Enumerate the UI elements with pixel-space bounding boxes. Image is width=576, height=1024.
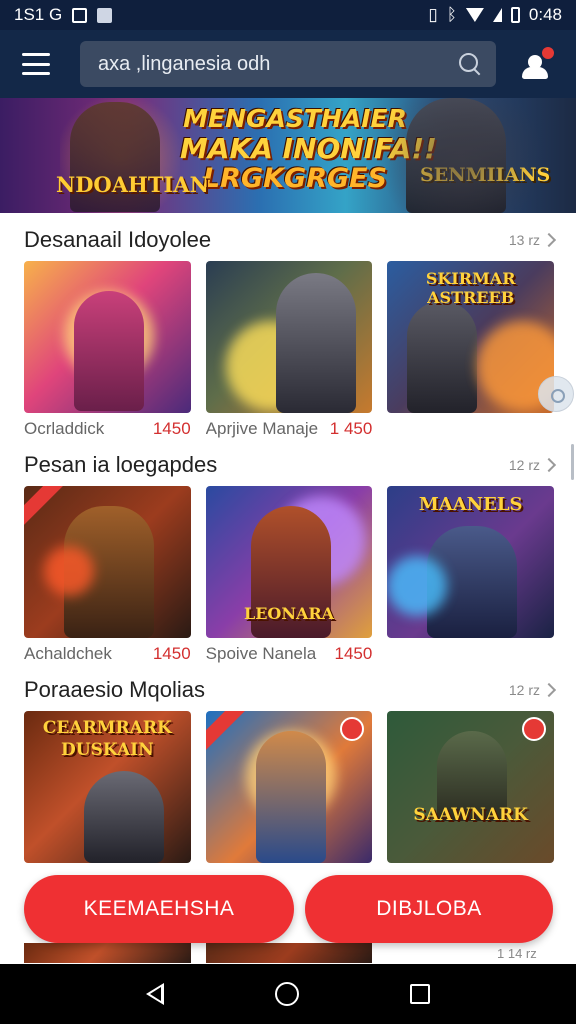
banner-title-line2: MAKA INONIFA!! [180, 132, 437, 165]
game-cards-row: SKIRMAR ASTREEB [24, 261, 555, 413]
game-card[interactable] [24, 261, 191, 413]
banner-title-line1: MENGASTHAIER [183, 104, 407, 133]
game-cards-row: CEARMRARK DUSKAIN SAAWNARK [24, 711, 555, 863]
status-left: 1S1 G [14, 5, 113, 25]
status-right: ▯ ᛒ 0:48 [428, 5, 562, 25]
system-nav-bar [0, 964, 576, 1024]
app-header: axa ,linganesia odh [0, 30, 576, 98]
card-caption: Spoive Nanela 1450 [205, 644, 373, 663]
section-more-link[interactable]: 1 14 rz [497, 946, 537, 961]
chevron-right-icon [541, 232, 557, 248]
captions-row: Achaldchek 1450 Spoive Nanela 1450 [24, 644, 554, 668]
banner-title: MENGASTHAIER MAKA INONIFA!! LRGKGRGES [180, 104, 437, 194]
card-caption [387, 644, 554, 668]
banner-right-logo: SENMIIANS [420, 164, 551, 186]
scroll-top-button[interactable] [538, 376, 574, 412]
status-bar: 1S1 G ▯ ᛒ 0:48 [0, 0, 576, 30]
card-art-text: MAANELS [418, 494, 523, 515]
section-more-link[interactable]: 12 rz [509, 457, 557, 473]
section-more-link[interactable]: 12 rz [509, 682, 557, 698]
notification-square-icon [72, 7, 88, 23]
badge-icon [340, 717, 365, 741]
next-cards-row [24, 943, 554, 963]
battery-icon [510, 7, 520, 23]
card-caption: Aprjive Manaje 1 450 [205, 419, 373, 438]
section-header: Pesan ia loegapdes 12 rz [24, 450, 557, 480]
game-card[interactable]: MAANELS [387, 486, 555, 638]
ribbon-icon [24, 486, 67, 526]
game-card[interactable]: SKIRMAR ASTREEB [387, 261, 555, 413]
card-art-text: CEARMRARK DUSKAIN [42, 718, 172, 760]
search-input[interactable]: axa ,linganesia odh [80, 41, 496, 87]
game-card[interactable] [24, 486, 191, 638]
game-card[interactable] [205, 711, 373, 863]
wifi-icon [465, 8, 484, 22]
section-title: Poraaesio Mqolias [24, 677, 205, 702]
section-more-link[interactable]: 13 rz [509, 232, 557, 248]
scrollbar[interactable] [571, 444, 574, 480]
search-icon[interactable] [458, 52, 482, 76]
game-card[interactable]: SAAWNARK [387, 711, 555, 863]
secondary-action-button[interactable]: DIBJLOBA [305, 875, 553, 943]
card-caption [387, 419, 554, 443]
app-screen: 1S1 G ▯ ᛒ 0:48 axa ,linganesia odh MENGA… [0, 0, 576, 1024]
section-title: Desanaail Idoyolee [24, 227, 212, 252]
vibrate-icon: ▯ [428, 5, 438, 24]
status-clock: 0:48 [528, 5, 562, 24]
game-cards-row: LEONARA MAANELS [24, 486, 555, 638]
image-icon [97, 7, 113, 23]
captions-row: Ocrladdick 1450 Aprjive Manaje 1 450 [24, 419, 554, 443]
game-card[interactable]: CEARMRARK DUSKAIN [24, 711, 191, 863]
banner-title-line3: LRGKGRGES [202, 163, 388, 194]
card-art-text: SAAWNARK [413, 805, 528, 825]
chevron-right-icon [541, 682, 557, 698]
status-time: 1S1 G [14, 5, 63, 24]
promo-banner[interactable]: MENGASTHAIER MAKA INONIFA!! LRGKGRGES ND… [0, 98, 576, 213]
section-header: Desanaail Idoyolee 13 rz [24, 225, 557, 255]
card-caption: Ocrladdick 1450 [24, 419, 191, 438]
game-card-peek[interactable] [205, 943, 373, 963]
banner-hero-right [406, 98, 506, 213]
chevron-right-icon [541, 457, 557, 473]
section-header: Poraaesio Mqolias 12 rz [24, 675, 557, 705]
section-title: Pesan ia loegapdes [24, 452, 218, 477]
recents-icon[interactable] [410, 984, 431, 1004]
game-card[interactable] [205, 261, 373, 413]
primary-action-button[interactable]: KEEMAEHSHA [24, 875, 294, 943]
signal-icon [492, 8, 502, 22]
notification-badge [540, 45, 556, 61]
user-icon[interactable] [520, 45, 556, 81]
card-art-text: SKIRMAR ASTREEB [425, 269, 516, 307]
game-card-peek[interactable] [24, 943, 191, 963]
card-caption: Achaldchek 1450 [24, 644, 191, 663]
banner-left-logo: NDOAHTIAN [56, 172, 209, 197]
menu-icon[interactable] [22, 53, 50, 75]
ribbon-icon [205, 711, 248, 751]
card-art-text: LEONARA [243, 604, 335, 623]
home-icon[interactable] [274, 982, 299, 1006]
search-text[interactable]: axa ,linganesia odh [98, 53, 458, 76]
back-icon[interactable] [145, 983, 164, 1005]
bluetooth-icon: ᛒ [446, 5, 457, 24]
game-card[interactable]: LEONARA [205, 486, 373, 638]
badge-icon [522, 717, 547, 741]
